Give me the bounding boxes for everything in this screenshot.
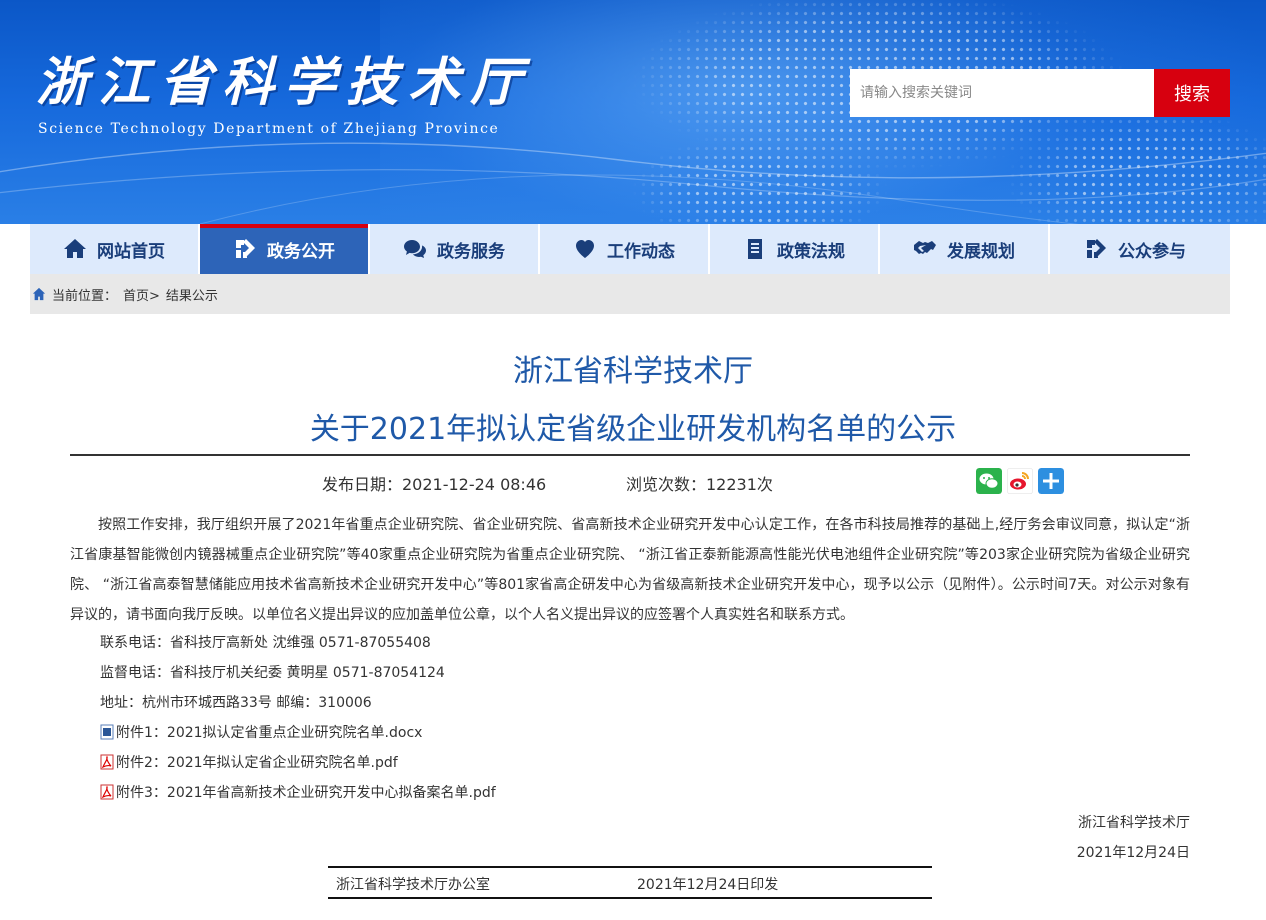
nav-item-home[interactable]: 网站首页 [30,224,200,274]
nav-item-news[interactable]: 工作动态 [540,224,710,274]
breadcrumb-current[interactable]: 结果公示 [166,285,218,304]
view-count: 浏览次数：12231次 [626,475,773,494]
nav-item-label: 发展规划 [947,241,1015,262]
footer-office: 浙江省科学技术厅办公室 [336,877,490,893]
footer-top-rule [328,866,932,868]
nav-item-label: 网站首页 [97,241,165,262]
nav-item-label: 公众参与 [1118,241,1186,262]
signature-org: 浙江省科学技术厅 [1078,815,1190,831]
attachment-link-2[interactable]: 附件2：2021年拟认定省企业研究院名单.pdf [100,752,398,772]
supervise-line: 监督电话：省科技厅机关纪委 黄明星 0571-87054124 [100,665,445,681]
home-icon [64,239,86,258]
weibo-share-icon[interactable] [1007,468,1033,494]
nav-item-services[interactable]: 政务服务 [370,224,540,274]
chat-icon [404,240,426,258]
word-doc-icon [100,724,114,740]
breadcrumb: 当前位置： 首页> 结果公示 [30,274,1230,314]
more-share-icon[interactable] [1038,468,1064,494]
attachment-label: 附件3：2021年省高新技术企业研究开发中心拟备案名单.pdf [116,785,496,801]
attachment-link-1[interactable]: 附件1：2021拟认定省重点企业研究院名单.docx [100,722,422,742]
nav-item-label: 工作动态 [607,241,675,262]
nav-item-participation[interactable]: 公众参与 [1050,224,1220,274]
breadcrumb-home-link[interactable]: 首页> [123,285,160,304]
nav-item-label: 政策法规 [777,241,845,262]
search-button[interactable]: 搜索 [1154,69,1230,117]
attachment-label: 附件1：2021拟认定省重点企业研究院名单.docx [116,725,423,741]
footer-print-date: 2021年12月24日印发 [637,877,779,893]
document-icon [748,239,762,259]
address-line: 地址：杭州市环城西路33号 邮编：310006 [100,695,372,711]
nav-item-policy[interactable]: 政策法规 [710,224,880,274]
attachment-label: 附件2：2021年拟认定省企业研究院名单.pdf [116,755,398,771]
nav-item-label: 政务服务 [437,241,505,262]
article-org-title: 浙江省科学技术厅 [513,354,753,389]
wechat-share-icon[interactable] [976,468,1002,494]
site-logo-subtitle: Science Technology Department of Zhejian… [38,121,500,137]
article-paragraph: 按照工作安排，我厅组织开展了2021年省重点企业研究院、省企业研究院、省高新技术… [70,517,1190,623]
header-banner: 浙江省科学技术厅 Science Technology Department o… [0,0,1266,224]
nav-item-label: 政务公开 [267,241,335,262]
nav-item-planning[interactable]: 发展规划 [880,224,1050,274]
heart-icon [576,240,594,258]
nav-item-open-affairs[interactable]: 政务公开 [200,224,370,274]
signature-date: 2021年12月24日 [1076,845,1190,861]
footer-bottom-rule [328,897,932,899]
article-title: 关于2021年拟认定省级企业研发机构名单的公示 [309,412,957,447]
breadcrumb-prefix: 当前位置： [52,288,118,304]
article-body: 按照工作安排，我厅组织开展了2021年省重点企业研究院、省企业研究院、省高新技术… [70,510,1190,630]
open-affairs-icon [236,239,255,258]
home-icon [32,287,46,301]
attachment-link-3[interactable]: 附件3：2021年省高新技术企业研究开发中心拟备案名单.pdf [100,782,496,802]
title-divider [70,454,1190,456]
contact-line: 联系电话：省科技厅高新处 沈维强 0571-87055408 [100,635,431,651]
publish-date: 发布日期：2021-12-24 08:46 [322,475,547,494]
search-input[interactable] [850,69,1154,117]
site-logo-title[interactable]: 浙江省科学技术厅 [36,40,532,115]
pdf-icon [100,754,114,770]
main-nav: 网站首页 政务公开 政务服务 工作动态 政策法规 发展规划 公众参与 [30,224,1230,274]
participate-icon [1087,239,1106,258]
pdf-icon [100,784,114,800]
handshake-icon [914,241,936,254]
